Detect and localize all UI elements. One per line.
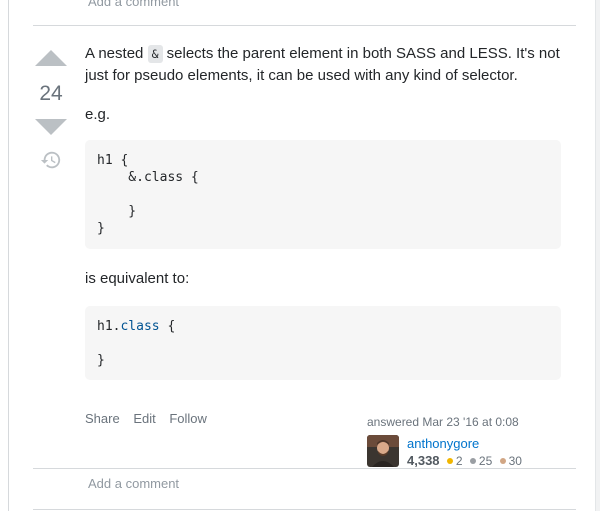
- bronze-badge-icon: [499, 458, 506, 464]
- code-block-equivalent: h1.class { }: [85, 306, 561, 380]
- add-comment-link[interactable]: Add a comment: [88, 476, 179, 491]
- answer-eg: e.g.: [85, 106, 111, 123]
- gold-badge-icon: [446, 458, 453, 464]
- history-icon[interactable]: [40, 149, 62, 171]
- code-block-nested: h1 { &.class { } }: [85, 140, 561, 249]
- answer-body: A nested & selects the parent element in…: [85, 43, 561, 380]
- user-signature: answered Mar 23 '16 at 0:08 anthonygore …: [367, 415, 557, 470]
- user-name-link[interactable]: anthonygore: [407, 435, 522, 452]
- bronze-badges: 30: [499, 454, 522, 468]
- top-divider: [33, 25, 576, 26]
- scrollbar-track[interactable]: [595, 0, 600, 511]
- silver-badges: 25: [469, 454, 492, 468]
- avatar[interactable]: [367, 435, 399, 467]
- vote-count: 24: [39, 82, 63, 105]
- comments-divider: [33, 468, 576, 469]
- reputation-score: 4,338: [407, 453, 440, 468]
- answered-timestamp[interactable]: answered Mar 23 '16 at 0:08: [367, 415, 557, 429]
- up-triangle-icon[interactable]: [35, 50, 67, 66]
- vote-column: 24: [33, 50, 69, 171]
- silver-badge-icon: [469, 458, 476, 464]
- share-link[interactable]: Share: [85, 411, 120, 426]
- post-actions: Share Edit Follow: [85, 411, 217, 426]
- edit-link[interactable]: Edit: [133, 411, 155, 426]
- inline-code-ampersand: &: [147, 45, 163, 63]
- follow-link[interactable]: Follow: [169, 411, 207, 426]
- answer-intro: A nested & selects the parent element in…: [85, 45, 560, 84]
- answer-equivalent: is equivalent to:: [85, 270, 190, 287]
- left-divider: [8, 0, 9, 511]
- previous-add-comment-link[interactable]: Add a comment: [88, 0, 179, 9]
- gold-badges: 2: [446, 454, 463, 468]
- down-triangle-icon[interactable]: [35, 119, 67, 135]
- bottom-divider: [33, 509, 576, 510]
